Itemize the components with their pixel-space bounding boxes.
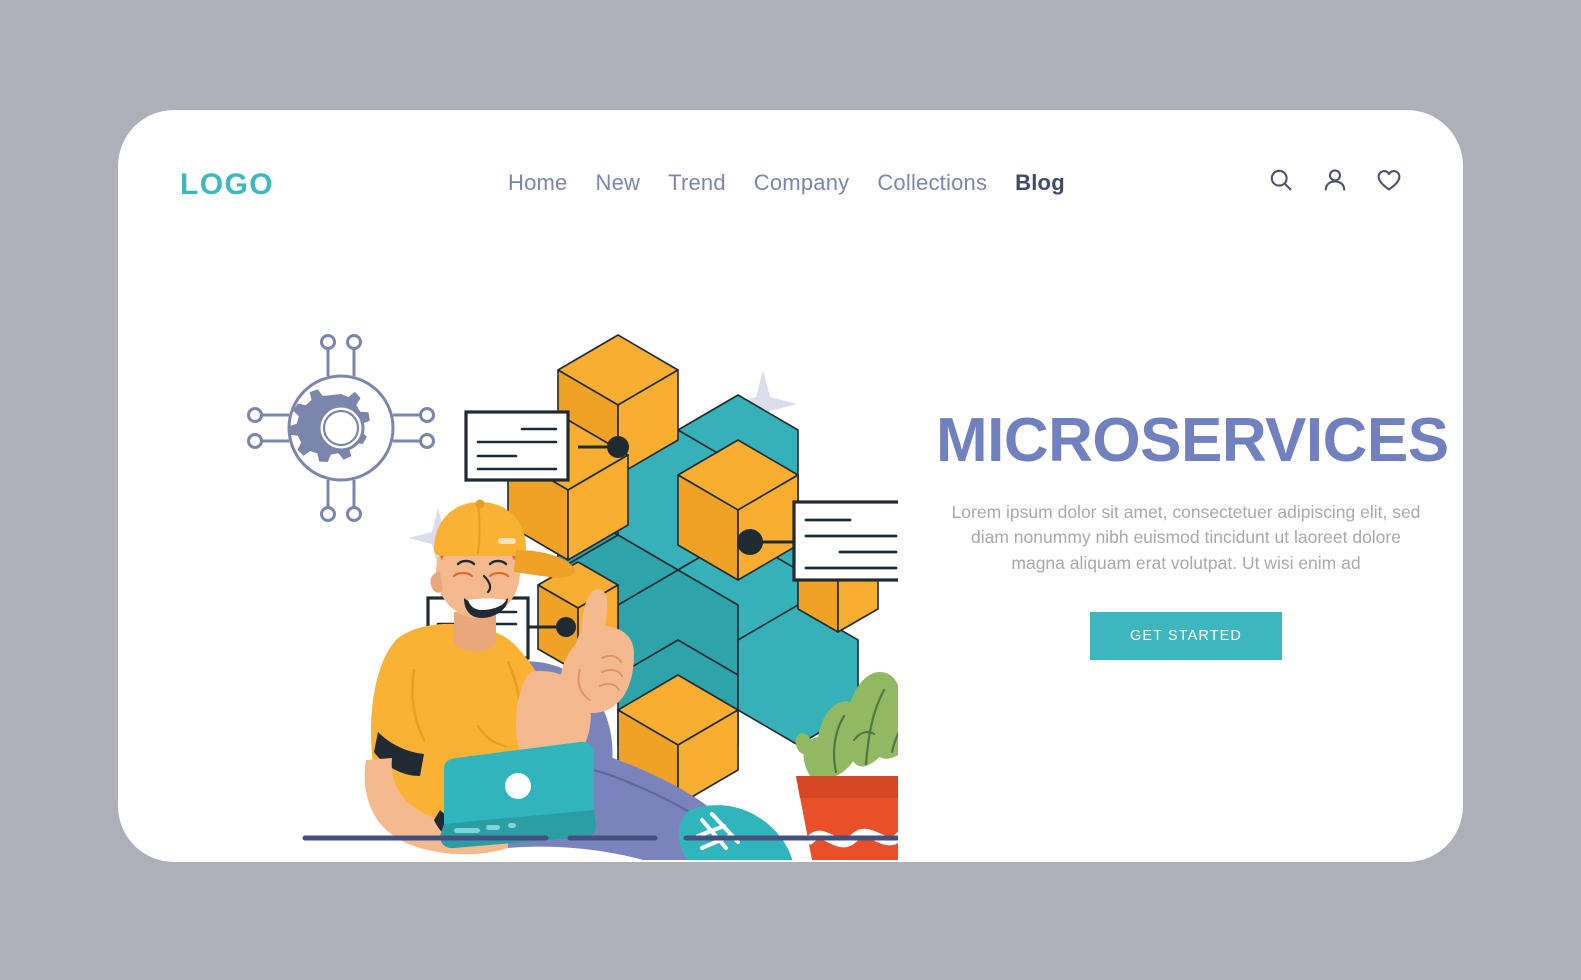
heart-icon[interactable] [1375, 166, 1403, 194]
main-navigation: Home New Trend Company Collections Blog [508, 170, 1065, 196]
pot-rim [796, 776, 898, 798]
laptop-logo [505, 773, 531, 799]
header-actions [1267, 166, 1403, 194]
nav-item-new[interactable]: New [596, 170, 641, 196]
brand-logo[interactable]: LOGO [180, 168, 274, 202]
user-icon[interactable] [1321, 166, 1349, 194]
nav-item-trend[interactable]: Trend [668, 170, 726, 196]
hero-description: Lorem ipsum dolor sit amet, consectetuer… [951, 502, 1421, 573]
hero-illustration [178, 220, 898, 860]
nav-item-collections[interactable]: Collections [877, 170, 987, 196]
laptop [440, 741, 596, 849]
callout-node [607, 436, 629, 458]
sneaker [678, 805, 793, 860]
gear-network-icon [247, 334, 435, 522]
callout-node [737, 529, 763, 555]
landing-page-card: LOGO Home New Trend Company Collections … [118, 110, 1463, 862]
nav-item-home[interactable]: Home [508, 170, 568, 196]
callout-node [556, 617, 576, 637]
neck [454, 612, 496, 652]
nav-item-company[interactable]: Company [754, 170, 850, 196]
hero-copy: MICROSERVICES Lorem ipsum dolor sit amet… [936, 406, 1449, 661]
get-started-button[interactable]: GET STARTED [1089, 612, 1282, 661]
page-title: MICROSERVICES [936, 406, 1449, 475]
nav-item-blog[interactable]: Blog [1015, 170, 1065, 196]
search-icon[interactable] [1267, 166, 1295, 194]
